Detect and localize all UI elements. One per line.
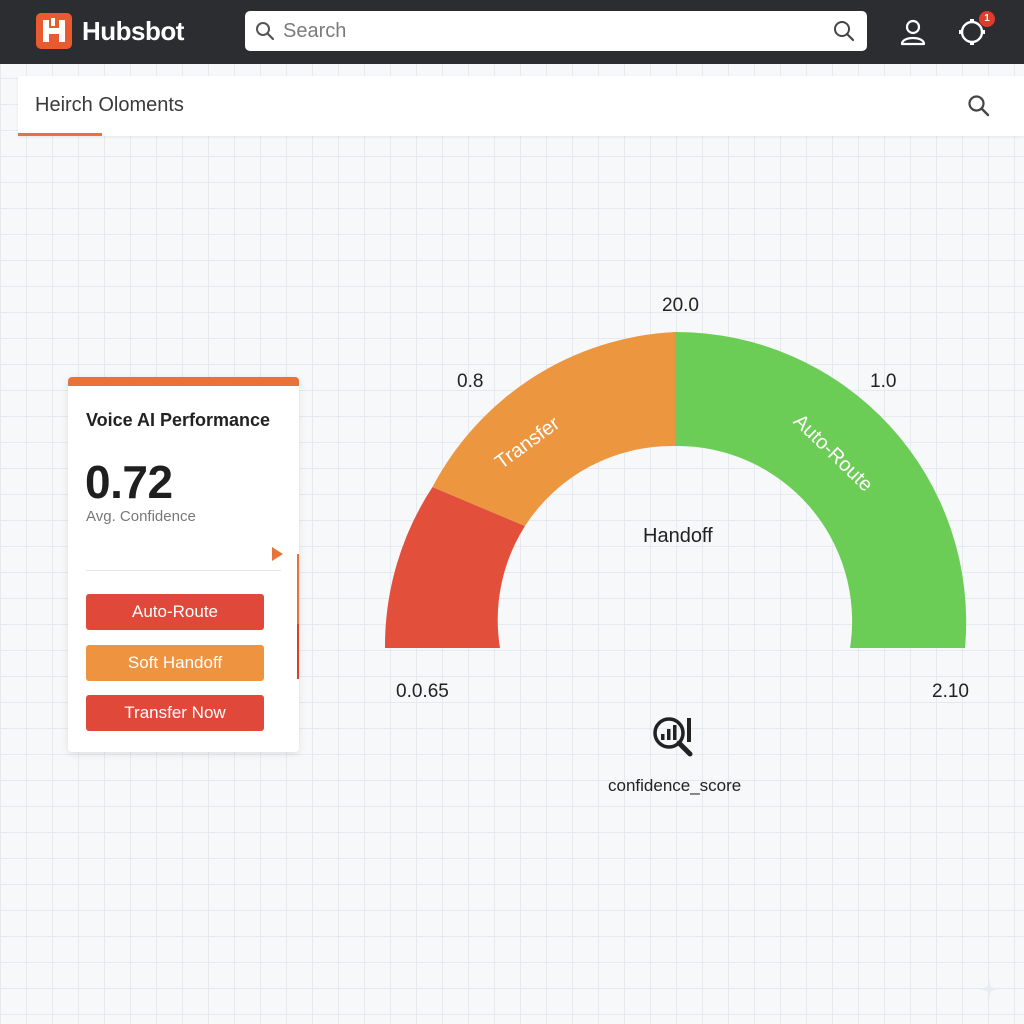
gauge-band-green xyxy=(675,331,967,648)
gauge-label-max: 2.10 xyxy=(932,681,969,702)
app-name: Hubsbot xyxy=(82,15,184,46)
search-submit-icon[interactable] xyxy=(833,20,855,42)
card-side-accent-orange xyxy=(297,554,299,624)
gauge-center-label: Handoff xyxy=(643,525,713,547)
auto-route-button[interactable]: Auto-Route xyxy=(86,594,264,630)
gauge-label-top: 20.0 xyxy=(662,295,699,316)
hubspot-logo-icon xyxy=(36,13,72,49)
global-search[interactable] xyxy=(245,11,867,51)
active-tab-indicator xyxy=(18,133,102,136)
sparkle-icon xyxy=(980,980,998,998)
search-icon xyxy=(256,22,275,41)
top-navigation-bar: Hubsbot 1 xyxy=(0,0,1024,64)
tab-heirch-oloments[interactable]: Heirch Oloments xyxy=(18,76,184,136)
card-accent-bar xyxy=(68,377,299,386)
search-icon xyxy=(968,95,990,117)
analytics-search-icon[interactable] xyxy=(650,714,696,760)
tab-label: Heirch Oloments xyxy=(35,94,184,116)
soft-handoff-button[interactable]: Soft Handoff xyxy=(86,645,264,681)
card-divider xyxy=(86,570,281,571)
gauge-label-min: 0.0.65 xyxy=(396,681,449,702)
expand-arrow-icon[interactable] xyxy=(272,547,283,561)
user-profile-button[interactable] xyxy=(897,16,929,48)
user-icon xyxy=(900,19,926,46)
section-search-button[interactable] xyxy=(966,93,992,119)
search-input[interactable] xyxy=(283,11,823,51)
card-side-accent-red xyxy=(297,624,299,679)
gauge-label-left: 0.8 xyxy=(457,371,484,392)
avg-confidence-label: Avg. Confidence xyxy=(86,508,196,525)
transfer-now-button[interactable]: Transfer Now xyxy=(86,695,264,731)
metric-name: confidence_score xyxy=(608,776,742,795)
avg-confidence-value: 0.72 xyxy=(85,456,173,508)
card-title: Voice AI Performance xyxy=(86,410,271,430)
gauge-label-right: 1.0 xyxy=(870,371,897,392)
notification-badge: 1 xyxy=(979,11,995,27)
section-header: Heirch Oloments xyxy=(18,76,1024,136)
voice-ai-performance-card: Voice AI Performance 0.72 Avg. Confidenc… xyxy=(68,377,299,752)
app-logo[interactable]: Hubsbot xyxy=(36,13,184,49)
